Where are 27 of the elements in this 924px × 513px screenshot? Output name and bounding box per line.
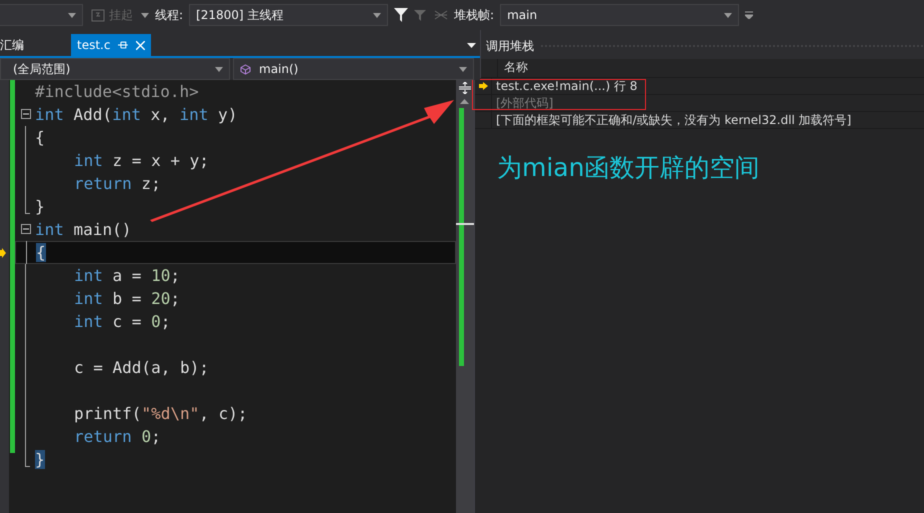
stack-frame-row[interactable]: [外部代码] [492, 94, 554, 112]
code-line: return 0; [74, 427, 161, 446]
member-dropdown[interactable]: main() [233, 58, 474, 80]
panel-title: 调用堆栈 [486, 38, 534, 55]
code-line: { [35, 128, 45, 147]
scope-dropdown[interactable]: (全局范围) [0, 58, 230, 80]
code-line: int b = 20; [74, 289, 180, 308]
column-header[interactable]: 名称 [498, 59, 528, 76]
code-line: c = Add(a, b); [74, 358, 209, 377]
file-tab[interactable]: test.c [71, 34, 151, 56]
code-line: printf("%d\n", c); [74, 404, 248, 423]
code-line: int z = x + y; [74, 151, 209, 170]
file-tab[interactable]: 汇编 [0, 34, 71, 56]
code-line: int a = 10; [74, 266, 180, 285]
stack-frame-label: 堆栈帧: [454, 6, 494, 24]
code-line: int Add(int x, int y) [35, 105, 238, 124]
stack-frame-dropdown[interactable]: main [500, 4, 740, 26]
thread-dropdown[interactable]: [21800] 主线程 [189, 4, 388, 26]
code-line: int main() [35, 220, 132, 239]
code-line: return z; [74, 174, 161, 193]
code-line: } [35, 197, 45, 216]
stack-frame-row[interactable]: [下面的框架可能不正确和/或缺失，没有为 kernel32.dll 加载符号] [492, 112, 852, 128]
stack-frame-row[interactable]: test.c.exe!main(...) 行 8 [492, 78, 638, 94]
code-line: int c = 0; [74, 312, 170, 331]
annotation-text: 为mian函数开辟的空间 [496, 152, 760, 184]
code-line: #include<stdio.h> [35, 82, 199, 101]
thread-label: 线程: [155, 6, 184, 24]
